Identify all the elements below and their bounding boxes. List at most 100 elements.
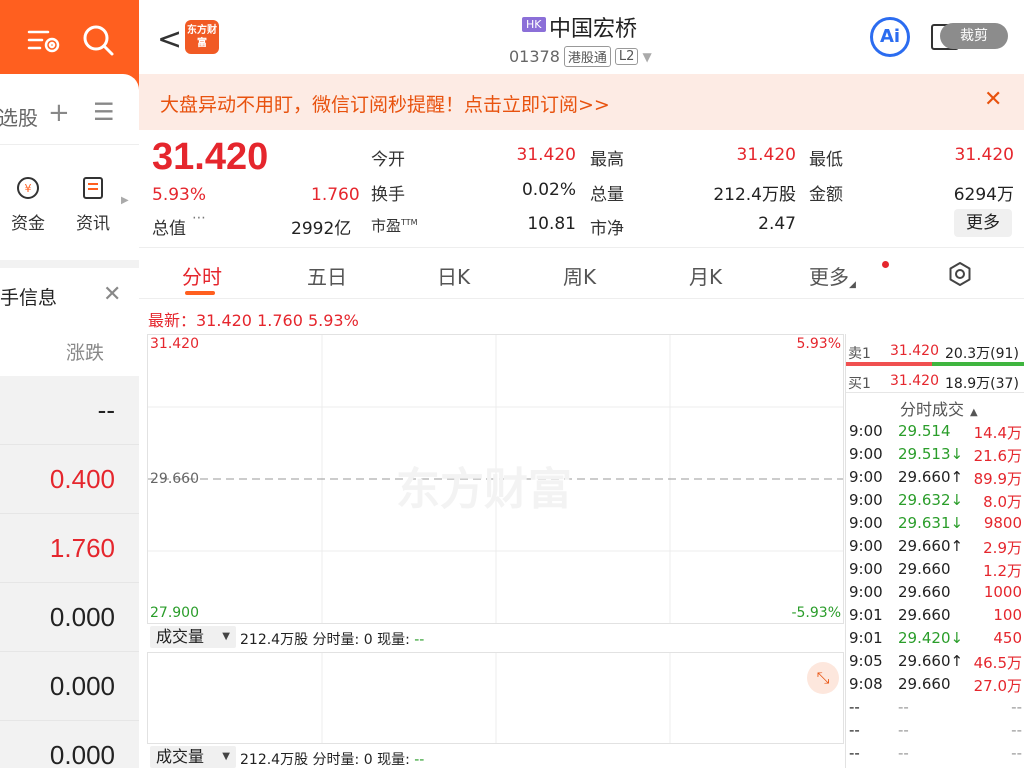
intraday-chart[interactable]: 31.420 29.660 27.900 5.93% -5.93% 东方财富 — [147, 334, 844, 624]
trade-row[interactable]: -- -- -- — [846, 719, 1024, 742]
app-logo: 东方财富 — [185, 20, 219, 54]
latest-price-line: 最新：31.420 1.760 5.93% — [148, 311, 359, 330]
market-badge: HK — [522, 17, 546, 32]
volume-indicator-bar-2: 成交量 ▼ 212.4万股 分时量: 0 现量: -- — [147, 744, 844, 768]
banner-text[interactable]: 大盘异动不用盯，微信订阅秒提醒！点击立即订阅>> — [160, 90, 610, 117]
open-value: 31.420 — [516, 145, 576, 165]
list-menu-icon[interactable]: ☰ — [93, 98, 115, 126]
indicator-select[interactable]: 成交量 ▼ — [150, 626, 236, 648]
expand-icon[interactable]: ⤡ — [807, 662, 839, 694]
trade-volume: 8.0万 — [983, 493, 1022, 511]
ask-ratio-bar — [846, 362, 932, 366]
trade-row[interactable]: 9:00 29.631↓ 9800 — [846, 512, 1024, 535]
tab-more[interactable]: 更多◢ — [809, 261, 856, 290]
trade-volume: -- — [1011, 721, 1022, 739]
tab-more-label: 更多 — [809, 265, 849, 289]
indicator-select-label: 成交量 — [156, 627, 205, 646]
trade-time: 9:00 — [849, 491, 883, 509]
volume-total: 212.4万股 — [240, 632, 309, 648]
volume-indicator-bar: 成交量 ▼ 212.4万股 分时量: 0 现量: -- — [147, 624, 844, 652]
close-icon[interactable]: ✕ — [984, 87, 1002, 112]
trade-volume: 450 — [993, 629, 1022, 647]
trade-row[interactable]: 9:00 29.660↑ 2.9万 — [846, 535, 1024, 558]
tab-daily-k[interactable]: 日K — [437, 261, 470, 290]
gear-icon[interactable] — [947, 261, 973, 287]
volume-value: 212.4万股 — [713, 185, 796, 205]
trade-row[interactable]: -- -- -- — [846, 696, 1024, 719]
bid-row[interactable]: 买1 31.420 18.9万(37) — [846, 368, 1024, 392]
trade-row[interactable]: 9:01 29.660 100 — [846, 604, 1024, 627]
more-quote-button[interactable]: 更多 — [954, 209, 1012, 237]
trade-row[interactable]: 9:05 29.660↑ 46.5万 — [846, 650, 1024, 673]
tab-five-day[interactable]: 五日 — [307, 261, 347, 290]
trade-row[interactable]: 9:08 29.660 27.0万 — [846, 673, 1024, 696]
volume-chart[interactable] — [147, 652, 844, 744]
trade-row[interactable]: 9:00 29.660 1000 — [846, 581, 1024, 604]
info-icon[interactable]: ⋯ — [192, 210, 206, 226]
trade-row[interactable]: -- -- -- — [846, 742, 1024, 765]
ai-assistant-button[interactable]: Ai — [870, 17, 910, 57]
tab-monthly-k[interactable]: 月K — [689, 261, 722, 290]
bid-ratio-bar — [932, 362, 1024, 366]
volume-detail: 分时量: 0 现量: — [312, 632, 415, 648]
list-item[interactable]: 0.000 — [0, 721, 139, 768]
tab-intraday[interactable]: 分时 — [182, 261, 222, 290]
left-panel: 选股 + ☰ ¥ 资金 资讯 ▶ 手信息 ✕ 涨跌 -- 0.400 1.760 — [0, 0, 139, 768]
bid-label: 买1 — [848, 376, 871, 392]
crop-button[interactable]: 裁剪 — [940, 23, 1008, 49]
trade-row[interactable]: 9:01 29.420↓ 450 — [846, 627, 1024, 650]
trade-row[interactable]: 9:00 29.660 1.2万 — [846, 558, 1024, 581]
close-icon[interactable]: ✕ — [103, 282, 121, 307]
chart-period-tabs: 分时 五日 日K 周K 月K 更多◢ — [139, 249, 1024, 299]
header: < 东方财富 HK 中国宏桥 01378 港股通 L2 ▼ Ai 裁剪 — [139, 0, 1024, 74]
ask-row[interactable]: 卖1 31.420 20.3万(91) — [846, 338, 1024, 362]
list-item[interactable]: 1.760 — [0, 514, 139, 583]
change-percent: 5.93% — [152, 185, 207, 205]
list-item[interactable]: 0.000 — [0, 652, 139, 721]
stock-code-line[interactable]: 01378 港股通 L2 ▼ — [509, 46, 652, 67]
subscribe-banner[interactable]: 大盘异动不用盯，微信订阅秒提醒！点击立即订阅>> ✕ — [139, 74, 1024, 130]
trade-time: -- — [849, 744, 860, 762]
volume-current-value: -- — [414, 752, 425, 768]
trade-time: 9:00 — [849, 445, 883, 463]
trade-time: -- — [849, 721, 860, 739]
volume-summary: 212.4万股 分时量: 0 现量: -- — [240, 629, 424, 649]
trade-time: 9:08 — [849, 675, 883, 693]
indicator-select[interactable]: 成交量 ▼ — [150, 746, 236, 768]
tab-active-indicator — [185, 291, 215, 295]
tab-stock-picker[interactable]: 选股 — [0, 102, 38, 131]
back-icon[interactable]: < — [157, 22, 182, 57]
shortcut-funds[interactable]: ¥ 资金 — [3, 175, 53, 234]
pe-ttm-sup: TTM — [401, 218, 418, 227]
trade-row[interactable]: 9:00 29.513↓ 21.6万 — [846, 443, 1024, 466]
search-icon[interactable] — [80, 22, 116, 58]
chevron-down-icon[interactable]: ▼ — [642, 50, 651, 64]
trade-row[interactable]: 9:00 29.514 14.4万 — [846, 420, 1024, 443]
pb-value: 2.47 — [758, 214, 796, 234]
high-label: 最高 — [590, 150, 624, 170]
trade-row[interactable]: 9:00 29.660↑ 89.9万 — [846, 466, 1024, 489]
trades-header[interactable]: 分时成交 ▲ — [900, 396, 978, 420]
trade-price: 29.513↓ — [898, 445, 964, 463]
trade-price: 29.660 — [898, 560, 951, 578]
filter-settings-icon[interactable] — [26, 22, 62, 58]
shortcut-news[interactable]: 资讯 — [68, 175, 118, 234]
high-value: 31.420 — [736, 145, 796, 165]
trade-row[interactable]: 9:00 29.632↓ 8.0万 — [846, 489, 1024, 512]
trade-time: 9:01 — [849, 629, 883, 647]
trade-time: 9:00 — [849, 560, 883, 578]
volume-total: 212.4万股 — [240, 752, 309, 768]
funds-icon: ¥ — [17, 177, 39, 199]
list-item[interactable]: -- — [0, 376, 139, 445]
tab-weekly-k[interactable]: 周K — [563, 261, 596, 290]
y-axis-pct-top-label: 5.93% — [796, 336, 841, 352]
add-icon[interactable]: + — [48, 98, 70, 128]
list-item[interactable]: 0.000 — [0, 583, 139, 652]
list-item[interactable]: 0.400 — [0, 445, 139, 514]
trade-time: 9:00 — [849, 468, 883, 486]
open-label: 今开 — [371, 150, 405, 170]
connect-tag: 港股通 — [563, 46, 611, 67]
pb-label: 市净 — [590, 219, 624, 239]
trade-price: 29.631↓ — [898, 514, 964, 532]
chevron-down-icon: ▼ — [222, 751, 230, 762]
